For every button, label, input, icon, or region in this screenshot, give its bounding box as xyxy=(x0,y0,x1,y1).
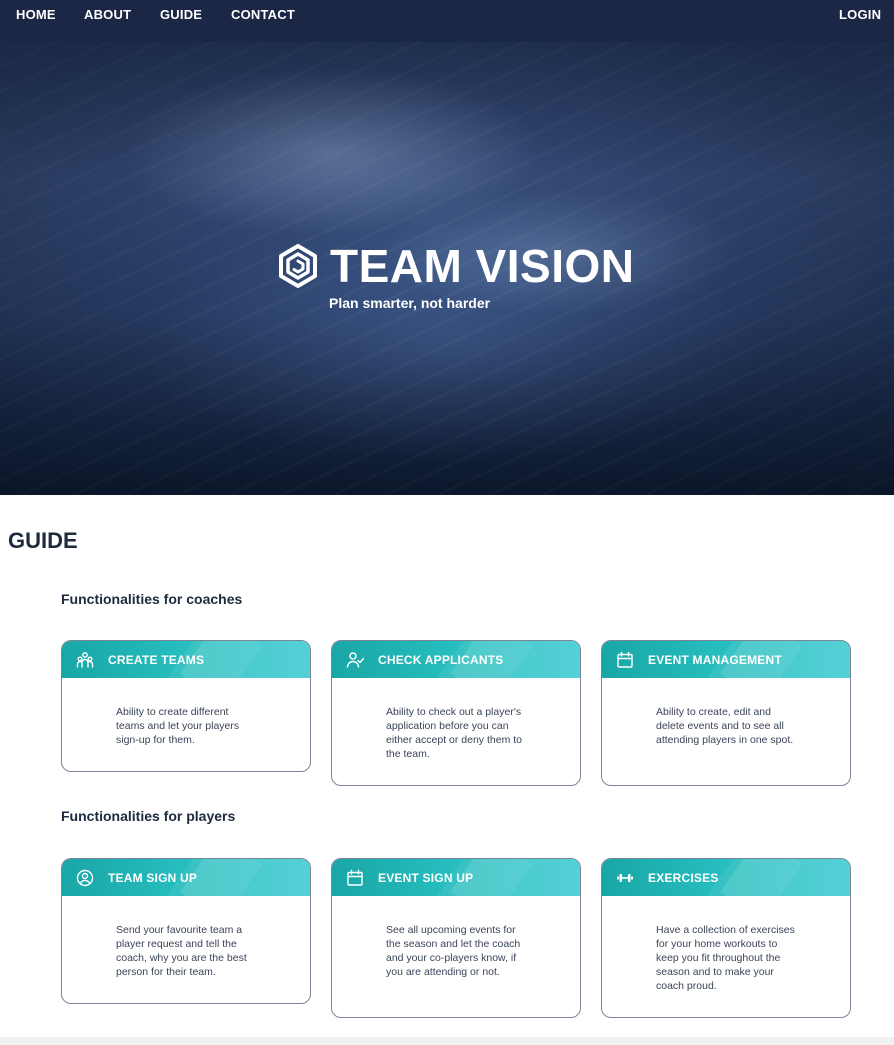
card-header: EVENT MANAGEMENT xyxy=(602,641,850,678)
top-nav: HOME ABOUT GUIDE CONTACT LOGIN xyxy=(0,0,894,42)
card-header: CHECK APPLICANTS xyxy=(332,641,580,678)
card-title: EXERCISES xyxy=(648,870,719,885)
brand: TEAM VISION xyxy=(276,238,635,294)
team-vision-logo-icon xyxy=(276,244,320,288)
footer-band xyxy=(0,1037,894,1045)
card-description: Ability to create, edit and delete event… xyxy=(656,706,794,746)
card-team-sign-up: TEAM SIGN UP Send your favourite team a … xyxy=(61,858,311,1004)
card-description: See all upcoming events for the season a… xyxy=(386,924,521,978)
nav-guide-link[interactable]: GUIDE xyxy=(160,7,202,22)
hero-banner: TEAM VISION Plan smarter, not harder xyxy=(0,42,894,495)
user-check-icon xyxy=(346,651,364,669)
nav-login-link[interactable]: LOGIN xyxy=(839,7,881,22)
nav-about-link[interactable]: ABOUT xyxy=(84,7,131,22)
calendar-icon xyxy=(616,651,634,669)
card-description: Send your favourite team a player reques… xyxy=(116,924,247,978)
players-heading: Functionalities for players xyxy=(61,808,236,824)
card-event-sign-up: EVENT SIGN UP See all upcoming events fo… xyxy=(331,858,581,1018)
card-create-teams: CREATE TEAMS Ability to create different… xyxy=(61,640,311,772)
brand-title: TEAM VISION xyxy=(330,240,635,292)
card-event-management: EVENT MANAGEMENT Ability to create, edit… xyxy=(601,640,851,786)
dumbbell-icon xyxy=(616,869,634,887)
nav-home-link[interactable]: HOME xyxy=(16,7,56,22)
card-title: CHECK APPLICANTS xyxy=(378,652,504,667)
card-description: Ability to create different teams and le… xyxy=(116,706,240,746)
coaches-heading: Functionalities for coaches xyxy=(61,591,243,607)
hero-corner-block xyxy=(846,468,866,488)
card-header: EVENT SIGN UP xyxy=(332,859,580,896)
card-header: EXERCISES xyxy=(602,859,850,896)
team-icon xyxy=(76,651,94,669)
card-title: EVENT MANAGEMENT xyxy=(648,652,782,667)
user-circle-icon xyxy=(76,869,94,887)
card-title: TEAM SIGN UP xyxy=(108,870,198,885)
guide-title: GUIDE xyxy=(8,528,78,553)
card-title: CREATE TEAMS xyxy=(108,652,205,667)
nav-contact-link[interactable]: CONTACT xyxy=(231,7,295,22)
card-exercises: EXERCISES Have a collection of exercises… xyxy=(601,858,851,1018)
card-title: EVENT SIGN UP xyxy=(378,870,474,885)
card-header: CREATE TEAMS xyxy=(62,641,310,678)
card-header: TEAM SIGN UP xyxy=(62,859,310,896)
hero-tagline: Plan smarter, not harder xyxy=(329,295,491,311)
card-description: Have a collection of exercises for your … xyxy=(656,924,795,992)
calendar-icon xyxy=(346,869,364,887)
card-check-applicants: CHECK APPLICANTS Ability to check out a … xyxy=(331,640,581,786)
card-description: Ability to check out a player's applicat… xyxy=(386,706,522,760)
